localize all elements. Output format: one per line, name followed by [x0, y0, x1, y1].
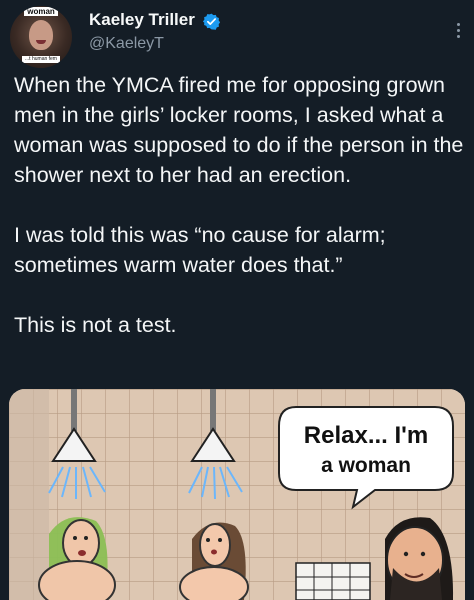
speech-bubble-line-1: Relax... I'm: [304, 422, 428, 449]
tweet-paragraph-2: I was told this was “no cause for alarm;…: [14, 223, 386, 277]
tweet-paragraph-1: When the YMCA fired me for opposing grow…: [14, 73, 464, 187]
cartoon-illustration: Relax... I'm a woman: [9, 389, 465, 600]
tweet-page: woman ...t human fem Kaeley Triller @Kae…: [0, 0, 474, 600]
tweet-text: When the YMCA fired me for opposing grow…: [14, 70, 466, 370]
more-options-icon[interactable]: [451, 19, 465, 41]
avatar[interactable]: woman ...t human fem: [10, 6, 72, 68]
avatar-bottom-label: ...t human fem: [22, 56, 60, 63]
author-handle[interactable]: @KaeleyT: [89, 35, 164, 53]
speech-bubble-line-2: a woman: [321, 454, 411, 477]
tweet-paragraph-3: This is not a test.: [14, 313, 177, 337]
avatar-top-label: woman: [24, 7, 58, 16]
tweet-media-image[interactable]: Relax... I'm a woman: [9, 389, 465, 600]
author-display-name[interactable]: Kaeley Triller: [89, 10, 195, 30]
avatar-face: [29, 20, 53, 50]
verified-badge-icon: [203, 13, 220, 30]
